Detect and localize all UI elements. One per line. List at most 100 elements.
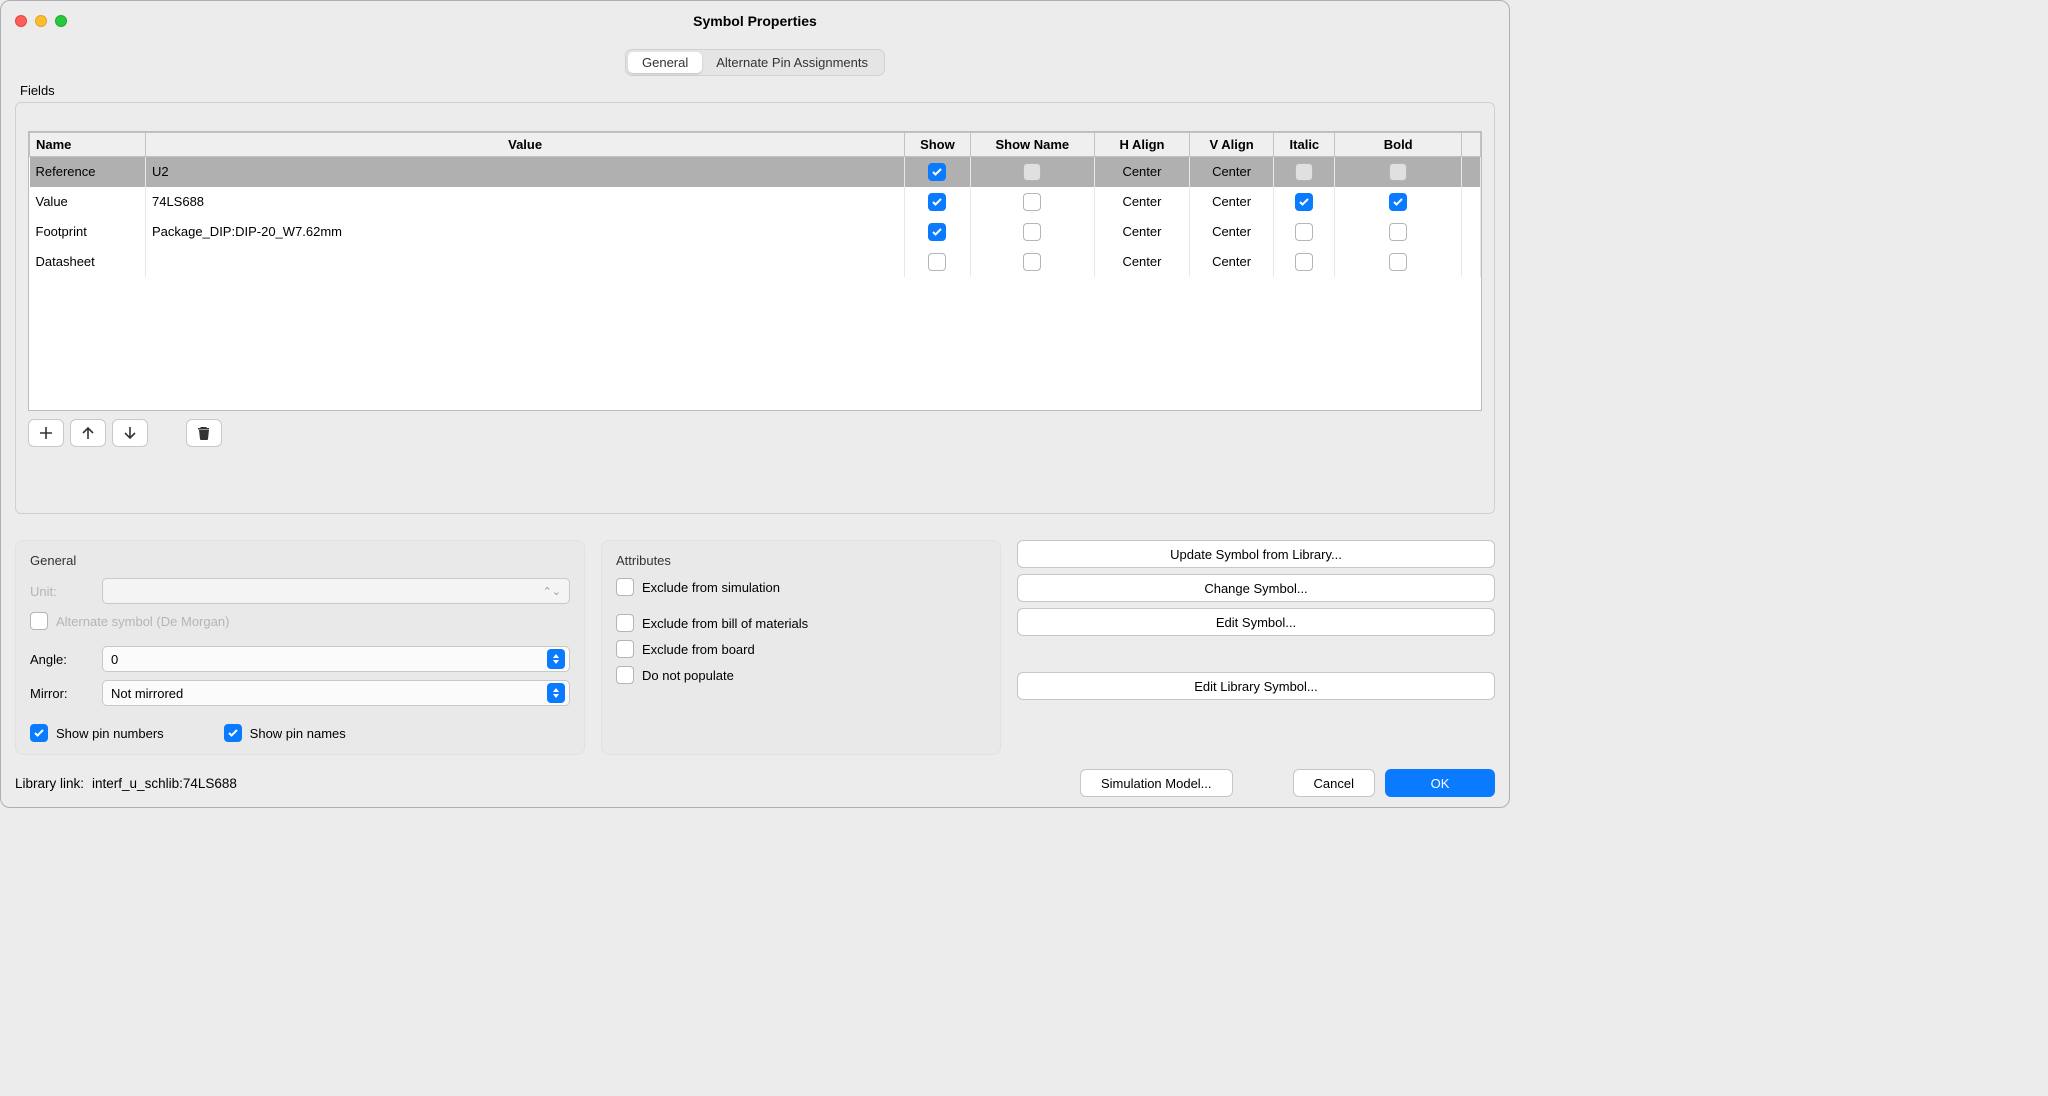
exclude-board-checkbox[interactable] — [616, 640, 634, 658]
cell-bold[interactable] — [1335, 187, 1462, 217]
cell-valign[interactable]: Center — [1189, 247, 1273, 277]
exclude-bom-checkbox[interactable] — [616, 614, 634, 632]
dialog-footer: Library link: interf_u_schlib:74LS688 Si… — [1, 763, 1509, 807]
minimize-icon[interactable] — [35, 15, 47, 27]
checkbox[interactable] — [1295, 253, 1313, 271]
cell-valign[interactable]: Center — [1189, 187, 1273, 217]
cell-name[interactable]: Value — [30, 187, 146, 217]
show-pin-names-option[interactable]: Show pin names — [224, 724, 346, 742]
cell-bold[interactable] — [1335, 157, 1462, 187]
checkbox[interactable] — [1389, 163, 1407, 181]
table-row[interactable]: Value74LS688 CenterCenter — [30, 187, 1481, 217]
tab-general[interactable]: General — [628, 52, 702, 73]
edit-library-symbol-button[interactable]: Edit Library Symbol... — [1017, 672, 1495, 700]
delete-field-button[interactable] — [186, 419, 222, 447]
col-show[interactable]: Show — [905, 133, 970, 157]
cell-italic[interactable] — [1274, 157, 1335, 187]
checkbox[interactable] — [1295, 223, 1313, 241]
chevron-updown-icon: ⌃⌄ — [543, 585, 561, 598]
table-row[interactable]: Datasheet CenterCenter — [30, 247, 1481, 277]
show-pin-numbers-checkbox[interactable] — [30, 724, 48, 742]
dnp-checkbox[interactable] — [616, 666, 634, 684]
checkbox[interactable] — [1295, 193, 1313, 211]
update-from-library-button[interactable]: Update Symbol from Library... — [1017, 540, 1495, 568]
checkbox[interactable] — [1023, 253, 1041, 271]
close-icon[interactable] — [15, 15, 27, 27]
exclude-board-option[interactable]: Exclude from board — [616, 640, 986, 658]
simulation-model-button[interactable]: Simulation Model... — [1080, 769, 1233, 797]
checkbox[interactable] — [928, 163, 946, 181]
table-row[interactable]: FootprintPackage_DIP:DIP-20_W7.62mm Cente… — [30, 217, 1481, 247]
symbol-properties-dialog: Symbol Properties General Alternate Pin … — [0, 0, 1510, 808]
cell-name[interactable]: Footprint — [30, 217, 146, 247]
edit-symbol-button[interactable]: Edit Symbol... — [1017, 608, 1495, 636]
cell-show[interactable] — [905, 247, 970, 277]
move-down-button[interactable] — [112, 419, 148, 447]
cell-value[interactable]: Package_DIP:DIP-20_W7.62mm — [145, 217, 904, 247]
checkbox[interactable] — [1295, 163, 1313, 181]
library-link-value: interf_u_schlib:74LS688 — [92, 776, 237, 791]
cell-value[interactable]: 74LS688 — [145, 187, 904, 217]
cell-valign[interactable]: Center — [1189, 217, 1273, 247]
col-italic[interactable]: Italic — [1274, 133, 1335, 157]
exclude-sim-checkbox[interactable] — [616, 578, 634, 596]
cell-value[interactable] — [145, 247, 904, 277]
cell-italic[interactable] — [1274, 247, 1335, 277]
cell-showname[interactable] — [970, 247, 1094, 277]
cell-value[interactable]: U2 — [145, 157, 904, 187]
angle-select[interactable]: 0 — [102, 646, 570, 672]
checkbox[interactable] — [1389, 253, 1407, 271]
cell-name[interactable]: Reference — [30, 157, 146, 187]
cell-italic[interactable] — [1274, 187, 1335, 217]
checkbox[interactable] — [1389, 193, 1407, 211]
col-value[interactable]: Value — [145, 133, 904, 157]
cell-italic[interactable] — [1274, 217, 1335, 247]
show-pin-names-label: Show pin names — [250, 726, 346, 741]
cell-bold[interactable] — [1335, 217, 1462, 247]
add-field-button[interactable] — [28, 419, 64, 447]
table-row[interactable]: ReferenceU2 CenterCenter — [30, 157, 1481, 187]
unit-select: ⌃⌄ — [102, 578, 570, 604]
checkbox[interactable] — [1023, 223, 1041, 241]
cell-halign[interactable]: Center — [1095, 247, 1190, 277]
cell-show[interactable] — [905, 187, 970, 217]
fields-table[interactable]: Name Value Show Show Name H Align V Alig… — [28, 131, 1482, 411]
mirror-select[interactable]: Not mirrored — [102, 680, 570, 706]
cell-show[interactable] — [905, 157, 970, 187]
cell-showname[interactable] — [970, 217, 1094, 247]
cell-halign[interactable]: Center — [1095, 187, 1190, 217]
checkbox[interactable] — [928, 253, 946, 271]
exclude-bom-option[interactable]: Exclude from bill of materials — [616, 614, 986, 632]
checkbox[interactable] — [928, 193, 946, 211]
show-pin-numbers-option[interactable]: Show pin numbers — [30, 724, 164, 742]
checkbox[interactable] — [1023, 163, 1041, 181]
cancel-button[interactable]: Cancel — [1293, 769, 1375, 797]
cell-showname[interactable] — [970, 157, 1094, 187]
angle-value: 0 — [111, 652, 118, 667]
cell-halign[interactable]: Center — [1095, 217, 1190, 247]
cell-show[interactable] — [905, 217, 970, 247]
cell-name[interactable]: Datasheet — [30, 247, 146, 277]
plus-icon — [38, 425, 54, 441]
col-bold[interactable]: Bold — [1335, 133, 1462, 157]
col-showname[interactable]: Show Name — [970, 133, 1094, 157]
ok-button[interactable]: OK — [1385, 769, 1495, 797]
trash-icon — [196, 425, 212, 441]
move-up-button[interactable] — [70, 419, 106, 447]
cell-bold[interactable] — [1335, 247, 1462, 277]
checkbox[interactable] — [928, 223, 946, 241]
dnp-option[interactable]: Do not populate — [616, 666, 986, 684]
checkbox[interactable] — [1389, 223, 1407, 241]
col-halign[interactable]: H Align — [1095, 133, 1190, 157]
checkbox[interactable] — [1023, 193, 1041, 211]
change-symbol-button[interactable]: Change Symbol... — [1017, 574, 1495, 602]
show-pin-names-checkbox[interactable] — [224, 724, 242, 742]
tab-alternate-pin-assignments[interactable]: Alternate Pin Assignments — [702, 52, 882, 73]
zoom-icon[interactable] — [55, 15, 67, 27]
col-name[interactable]: Name — [30, 133, 146, 157]
cell-halign[interactable]: Center — [1095, 157, 1190, 187]
col-valign[interactable]: V Align — [1189, 133, 1273, 157]
cell-valign[interactable]: Center — [1189, 157, 1273, 187]
cell-showname[interactable] — [970, 187, 1094, 217]
exclude-sim-option[interactable]: Exclude from simulation — [616, 578, 986, 596]
